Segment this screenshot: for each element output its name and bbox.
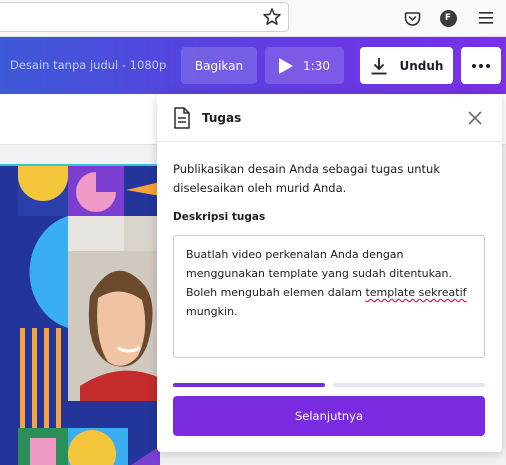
progress-step-pending bbox=[333, 383, 485, 387]
design-canvas[interactable] bbox=[0, 164, 160, 465]
textarea-line: mungkin. bbox=[186, 305, 238, 318]
document-icon bbox=[174, 107, 190, 129]
panel-header: Tugas bbox=[157, 94, 502, 142]
download-icon bbox=[371, 57, 387, 74]
share-button-label: Bagikan bbox=[194, 58, 244, 73]
address-bar[interactable] bbox=[0, 2, 289, 32]
next-button[interactable]: Selanjutnya bbox=[173, 396, 485, 436]
textarea-line: menggunakan template yang sudah ditentuk… bbox=[186, 267, 452, 280]
textarea-line: Buatlah video perkenalan Anda dengan bbox=[186, 248, 404, 261]
close-icon[interactable] bbox=[466, 109, 484, 127]
textarea-line: Boleh mengubah elemen dalam template sek… bbox=[186, 283, 472, 302]
progress-step-complete bbox=[173, 383, 325, 387]
play-button[interactable]: 1:30 bbox=[265, 47, 344, 84]
download-button[interactable]: Unduh bbox=[360, 47, 453, 84]
assignment-panel: Tugas Publikasikan desain Anda sebagai t… bbox=[157, 94, 502, 452]
description-field-label: Deskripsi tugas bbox=[173, 211, 266, 223]
next-button-label: Selanjutnya bbox=[294, 409, 364, 423]
more-dots-icon bbox=[472, 63, 490, 68]
profile-icon[interactable]: F bbox=[438, 8, 458, 28]
panel-description: Publikasikan desain Anda sebagai tugas u… bbox=[173, 162, 440, 195]
share-button[interactable]: Bagikan bbox=[181, 47, 257, 84]
pocket-icon[interactable] bbox=[402, 8, 422, 28]
design-artwork bbox=[0, 166, 160, 465]
play-icon bbox=[279, 57, 294, 74]
star-icon[interactable] bbox=[262, 7, 282, 27]
menu-icon[interactable] bbox=[476, 8, 496, 28]
browser-toolbar: F bbox=[0, 0, 506, 37]
step-progress bbox=[173, 383, 485, 387]
assignment-description-textarea[interactable]: Buatlah video perkenalan Anda dengan men… bbox=[173, 235, 485, 358]
download-button-label: Unduh bbox=[399, 58, 444, 73]
spellcheck-flagged-text: template sekreatif bbox=[365, 286, 467, 299]
textarea-text: Boleh mengubah elemen dalam bbox=[186, 286, 366, 299]
more-options-button[interactable] bbox=[461, 47, 501, 84]
profile-avatar: F bbox=[439, 9, 457, 27]
document-title[interactable]: Desain tanpa judul - 1080p bbox=[10, 58, 166, 72]
editor-header: Desain tanpa judul - 1080p Bagikan 1:30 … bbox=[0, 37, 506, 94]
play-duration: 1:30 bbox=[303, 58, 330, 73]
panel-title: Tugas bbox=[202, 111, 242, 125]
